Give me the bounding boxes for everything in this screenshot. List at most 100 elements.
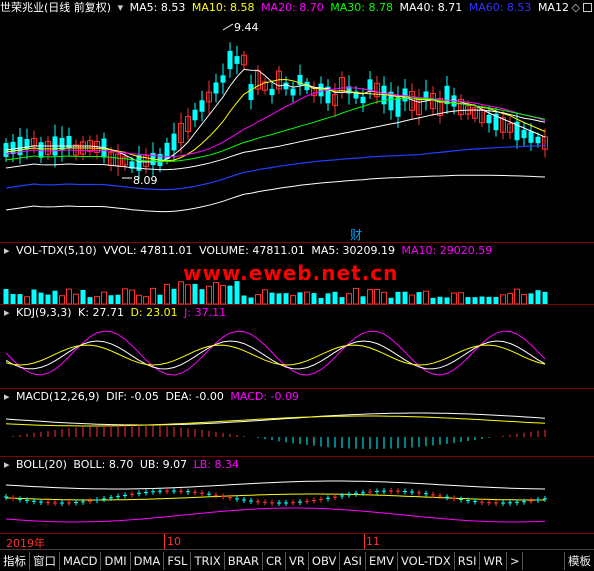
tab-emv[interactable]: EMV [366,551,398,570]
macd-pane[interactable]: ▸ MACD(12,26,9) DIF: -0.05 DEA: -0.00 MA… [0,389,594,457]
tab-vol-tdx[interactable]: VOL-TDX [398,551,455,570]
indicator-tab-bar: 指标 窗口 MACD DMI DMA FSL TRIX BRAR CR VR O… [0,549,594,571]
boll-lb-value: LB: 8.34 [193,458,240,471]
volume-bar [458,292,464,305]
ma30-value: MA30: 8.78 [330,1,393,14]
volume-bar [290,295,296,305]
volume-bar [73,293,79,305]
x-axis-tick-11 [364,534,365,549]
macd-header: ▸ MACD(12,26,9) DIF: -0.05 DEA: -0.00 MA… [0,389,302,405]
candle-body [402,88,408,102]
candle-body [318,83,324,97]
candle-body [521,129,527,139]
volume-bar [59,295,65,305]
candle-body [367,79,373,91]
volume-bar [360,296,366,304]
ma40-line [5,109,546,171]
macd-collapse-icon[interactable]: ▸ [4,390,10,403]
ma60-line [5,144,546,191]
price-chart-pane[interactable]: 世荣兆业(日线 前复权) ▾ MA5: 8.53 MA10: 8.58 MA20… [0,0,594,243]
volume-bar [199,289,205,304]
kdj-collapse-icon[interactable]: ▸ [4,306,10,319]
tab-vr[interactable]: VR [286,551,309,570]
tab-obv[interactable]: OBV [309,551,341,570]
volume-bar [164,283,170,305]
ma10-line [5,78,546,162]
candle-body [248,84,254,100]
volume-bar [45,294,51,304]
volume-bar [17,294,23,304]
financial-report-marker[interactable]: 财 [350,226,362,243]
volume-bar [38,292,44,304]
volume-bar [388,297,394,304]
volume-bar [94,296,100,305]
kdj-title: KDJ(9,3,3) [16,306,72,319]
candle-body [528,131,534,143]
volume-bar [528,293,534,304]
vol-collapse-icon[interactable]: ▸ [4,244,10,257]
volume-bar [465,297,471,304]
volume-bar [472,297,478,304]
x-axis-tick-10 [164,534,165,549]
candle-body [192,109,198,121]
volume-bar [101,291,107,305]
vvol-value: VVOL: 47811.01 [103,244,193,257]
stock-title: 世荣兆业(日线 前复权) [0,1,112,14]
volume-bar [514,288,520,305]
candle-body [283,82,289,90]
volume-bar [255,294,261,305]
volume-bar [213,281,219,305]
ma5-value: MA5: 8.53 [129,1,186,14]
tab-wr[interactable]: WR [480,551,507,570]
volume-bar [192,283,198,304]
kdj-j-line [5,330,546,376]
volume-bar [437,296,443,304]
volume-bar [521,293,527,305]
ma60-value: MA60: 8.53 [468,1,532,14]
tab-brar[interactable]: BRAR [225,551,264,570]
volume-bar [241,295,247,304]
volume-bar [542,291,548,304]
candlestick-chart[interactable] [0,0,594,243]
min-price-label: 8.09 [133,174,158,187]
ma-dropdown-icon[interactable]: ▾ [118,1,124,14]
tab-dma[interactable]: DMA [131,551,165,570]
volume-bar [52,290,58,304]
tab-cr[interactable]: CR [263,551,287,570]
ma20-value: MA20: 8.70 [261,1,324,14]
tab-fsl[interactable]: FSL [164,551,192,570]
collapse-diamond-icon[interactable]: ◇ [572,1,580,14]
volume-bar [87,297,93,304]
tab-rsi[interactable]: RSI [455,551,481,570]
volume-bar [423,290,429,305]
volume-bar [206,285,212,305]
boll-collapse-icon[interactable]: ▸ [4,458,10,471]
volume-bar [129,289,135,305]
volume-bar [479,296,485,304]
tab-trix[interactable]: TRIX [191,551,225,570]
volume-bar [297,292,303,304]
volume-bar [311,293,317,304]
kdj-k-value: K: 27.71 [78,306,124,319]
volume-bar [143,296,149,305]
volume-bar [31,289,37,304]
volume-bar [185,284,191,305]
expand-button[interactable] [583,3,592,12]
tab-indicator[interactable]: 指标 [0,551,30,570]
volume-bar [444,297,450,304]
tab-asi[interactable]: ASI [340,551,366,570]
kdj-pane[interactable]: ▸ KDJ(9,3,3) K: 27.71 D: 23.01 J: 37.11 [0,305,594,389]
volume-bar [269,292,275,304]
candle-body [213,82,219,94]
tab-dmi[interactable]: DMI [101,551,131,570]
volume-bar [346,293,352,305]
tab-more-arrow[interactable]: > [507,551,524,570]
boll-pane[interactable]: ▸ BOLL(20) BOLL: 8.70 UB: 9.07 LB: 8.34 [0,457,594,534]
boll-ub-value: UB: 9.07 [139,458,188,471]
volume-bar [283,293,289,304]
tab-template[interactable]: 模板 [564,551,594,570]
tab-window[interactable]: 窗口 [30,551,60,570]
tab-macd[interactable]: MACD [60,551,102,570]
volume-bar [430,297,436,304]
x-axis: 2019年 10 11 [0,534,594,550]
